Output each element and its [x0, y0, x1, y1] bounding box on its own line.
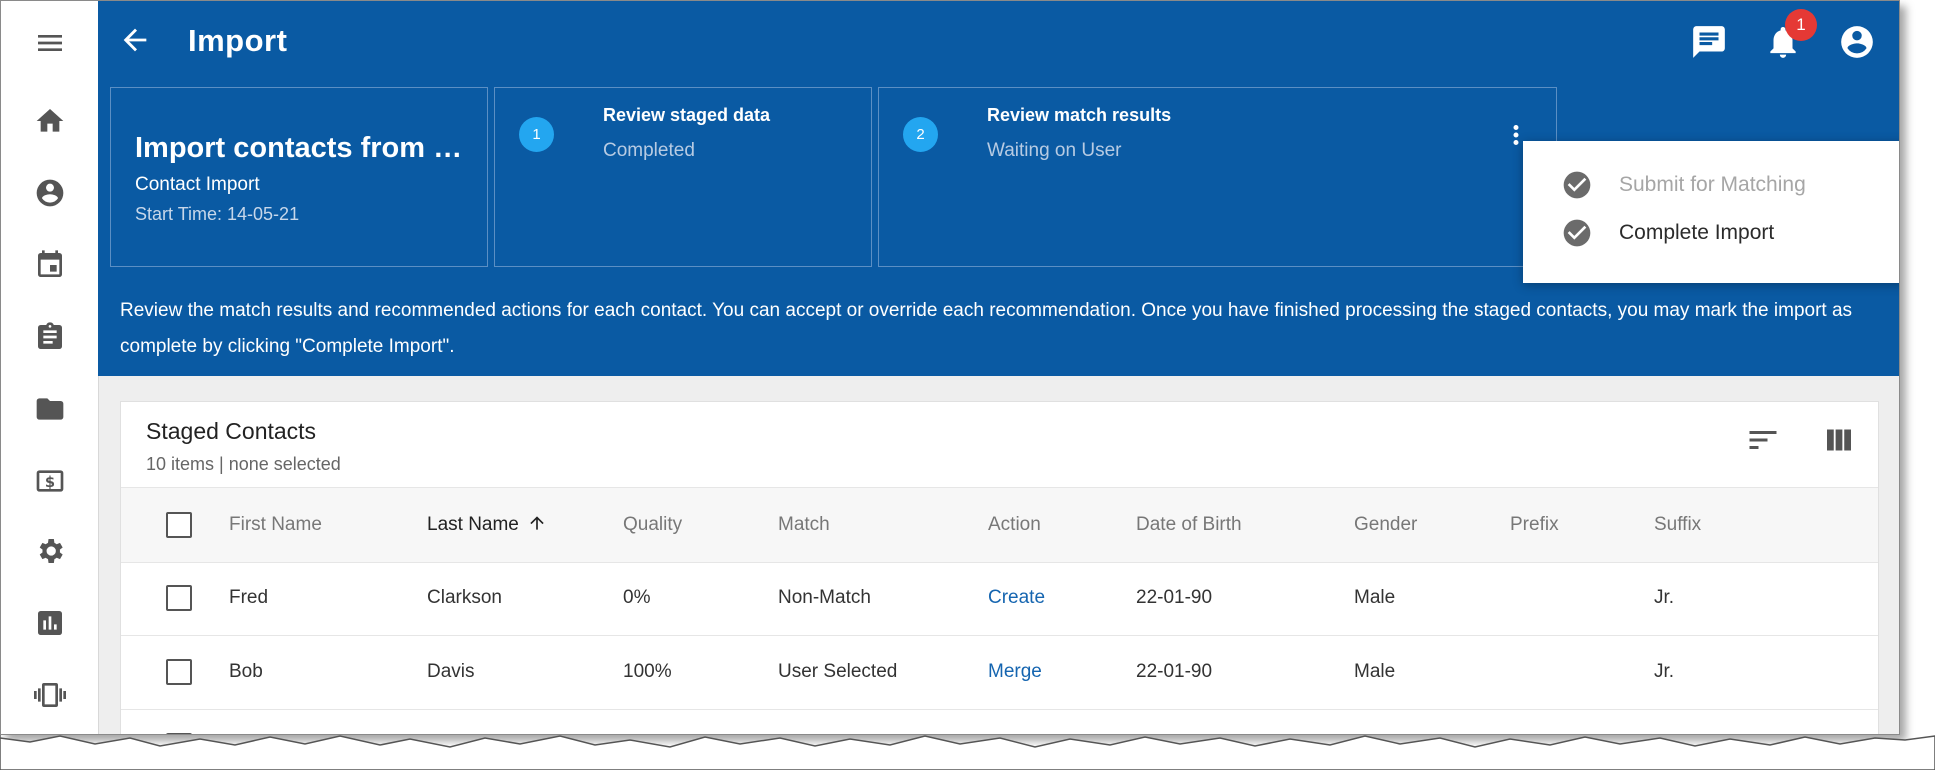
menu-icon[interactable] [30, 23, 70, 63]
step-card-1[interactable]: 1 Review staged data Completed [494, 87, 872, 267]
app-window: $ Import 1 Import contacts from … Contac… [0, 0, 1900, 735]
step-number: 2 [903, 117, 938, 152]
table-row[interactable]: Fred Clarkson 0% Non-Match Create 22-01-… [121, 561, 1878, 636]
cell-match: Non-Match [778, 587, 871, 608]
step-status: Completed [603, 140, 695, 161]
col-first-name[interactable]: First Name [229, 488, 322, 562]
table-header: First Name Last Name Quality Match Actio… [121, 487, 1878, 563]
step-status: Waiting on User [987, 140, 1122, 161]
cell-gender: Male [1354, 587, 1396, 608]
menu-item-complete-import[interactable]: Complete Import [1561, 213, 1774, 253]
step-title: Review staged data [603, 105, 771, 125]
import-start-time: Start Time: 14-05-21 [135, 204, 300, 224]
home-icon[interactable] [30, 101, 70, 141]
cell-match: User Selected [778, 661, 898, 682]
sort-icon[interactable] [1745, 422, 1783, 460]
select-all-checkbox[interactable] [166, 512, 192, 538]
staged-contacts-panel: Staged Contacts 10 items | none selected… [120, 401, 1879, 734]
folder-icon[interactable] [30, 389, 70, 429]
app-bar: Import 1 [98, 1, 1899, 85]
row-checkbox[interactable] [166, 585, 192, 611]
row-checkbox[interactable] [166, 733, 192, 734]
settings-icon[interactable] [30, 531, 70, 571]
step-title: Review match results [987, 105, 1172, 125]
col-gender[interactable]: Gender [1354, 488, 1417, 562]
table-summary: 10 items | none selected [146, 454, 341, 474]
cell-quality: 100% [623, 661, 672, 682]
col-quality[interactable]: Quality [623, 488, 682, 562]
menu-item-label: Submit for Matching [1619, 173, 1806, 196]
notification-badge: 1 [1785, 9, 1817, 41]
cell-last-name: Clarkson [427, 587, 502, 608]
check-circle-icon [1563, 171, 1591, 199]
back-arrow-icon[interactable] [118, 23, 158, 63]
menu-item-submit-for-matching[interactable]: Submit for Matching [1561, 165, 1806, 205]
calendar-icon[interactable] [30, 245, 70, 285]
page-title: Import [188, 23, 288, 58]
import-title: Import contacts from … [135, 132, 463, 164]
action-link[interactable]: Merge [988, 635, 1042, 709]
col-last-name[interactable]: Last Name [427, 488, 547, 562]
arrow-up-icon [530, 516, 544, 530]
cell-first-name: Bob [229, 661, 263, 682]
col-date-of-birth[interactable]: Date of Birth [1136, 488, 1242, 562]
cell-suffix: Jr. [1654, 587, 1675, 608]
cell-first-name: Fred [229, 587, 269, 608]
cell-quality: 0% [623, 587, 651, 608]
chart-icon[interactable] [30, 603, 70, 643]
account-circle-icon[interactable] [1838, 23, 1878, 63]
step-number: 1 [519, 117, 554, 152]
col-last-name-label: Last Name [427, 514, 519, 535]
row-checkbox[interactable] [166, 659, 192, 685]
import-type: Contact Import [135, 174, 260, 195]
menu-item-label: Complete Import [1619, 221, 1775, 244]
cell-date-of-birth: 22-01-90 [1136, 587, 1213, 608]
step-actions-menu: Submit for Matching Complete Import [1523, 141, 1899, 283]
nav-rail: $ [1, 1, 99, 734]
col-match[interactable]: Match [778, 488, 830, 562]
table-row[interactable]: Bob Davis 100% User Selected Merge 22-01… [121, 635, 1878, 710]
check-circle-icon [1563, 219, 1591, 247]
action-link[interactable]: Create [988, 561, 1045, 635]
import-summary-card: Import contacts from … Contact Import St… [110, 87, 488, 267]
table-title: Staged Contacts [146, 418, 317, 444]
view-columns-icon[interactable] [1821, 422, 1859, 460]
instructions-text: Review the match results and recommended… [120, 300, 1853, 357]
cell-date-of-birth: 22-01-90 [1136, 661, 1213, 682]
billing-icon[interactable]: $ [30, 461, 70, 501]
cell-suffix: Jr. [1654, 661, 1675, 682]
col-action[interactable]: Action [988, 488, 1041, 562]
svg-text:$: $ [45, 474, 55, 491]
cell-gender: Male [1354, 661, 1396, 682]
clipboard-icon[interactable] [30, 317, 70, 357]
col-prefix[interactable]: Prefix [1510, 488, 1559, 562]
account-icon[interactable] [30, 173, 70, 213]
col-suffix[interactable]: Suffix [1654, 488, 1701, 562]
cell-last-name: Davis [427, 661, 475, 682]
vibration-icon[interactable] [30, 675, 70, 715]
table-row[interactable] [121, 709, 1878, 734]
chat-icon[interactable] [1690, 23, 1730, 63]
step-card-2[interactable]: 2 Review match results Waiting on User [878, 87, 1557, 267]
